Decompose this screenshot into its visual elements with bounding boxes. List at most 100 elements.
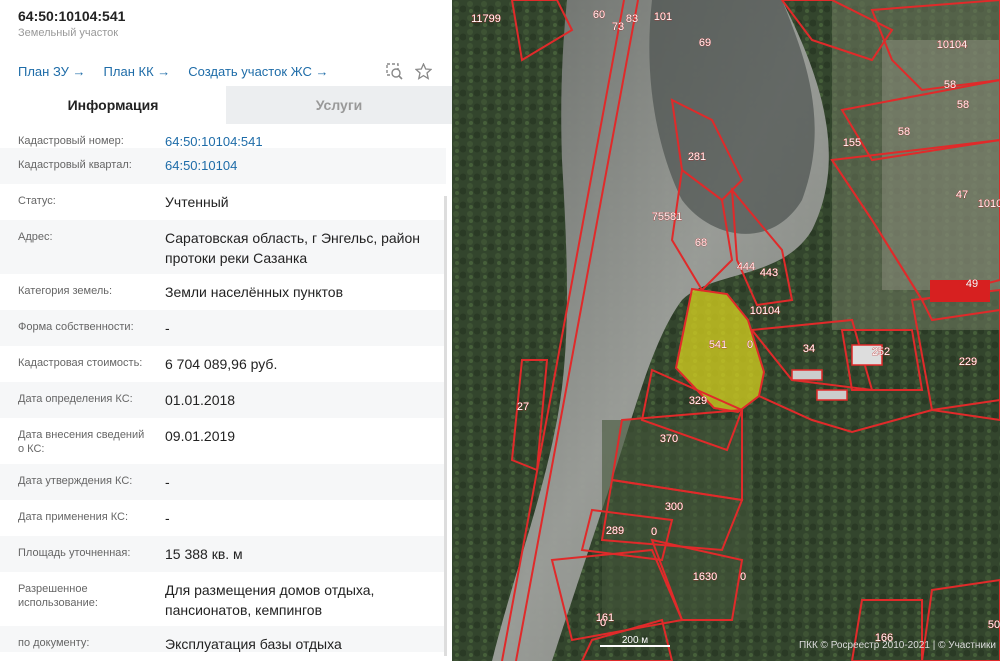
copyright: ПКК © Росреестр 2010-2021 | © Участники [798,640,996,651]
field-label: Дата внесения сведений о КС: [18,429,145,455]
parcel-label: 541 [709,339,727,351]
tab-info[interactable]: Информация [0,86,226,124]
field-label: Форма собственности: [18,321,134,333]
info-row: Кадастровая стоимость: 6 704 089,96 руб. [0,346,446,382]
action-links: План ЗУ → План КК → Создать участок ЖС → [18,64,329,79]
parcel-label: 10104 [937,39,968,51]
parcel-label: 444 [737,261,755,273]
zoom-to-icon[interactable] [386,63,403,80]
field-label: Кадастровая стоимость: [18,357,143,369]
field-label: Площадь уточненная: [18,547,131,559]
info-row: Дата внесения сведений о КС: 09.01.2019 [0,418,446,464]
info-row: Дата определения КС: 01.01.2018 [0,382,446,418]
parcel-label: 229 [959,356,977,368]
field-label: Дата утверждения КС: [18,475,133,487]
tab-bar: Информация Услуги [0,86,452,124]
parcel-label: 58 [898,126,910,138]
parcel-label: 329 [689,395,707,407]
parcel-label: 289 [606,525,624,537]
tab-services[interactable]: Услуги [226,86,452,124]
field-label: Категория земель: [18,285,113,297]
scale-bar: 200 м [600,634,680,653]
info-row: Площадь уточненная: 15 388 кв. м [0,536,446,572]
parcel-label: 1010 [978,198,1000,210]
field-label: Адрес: [18,231,53,243]
parcel-label: 0 [651,526,657,538]
field-label: Разрешенное использование: [18,583,98,609]
parcel-label: 0 [747,339,753,351]
parcel-label: 69 [699,37,711,49]
field-value: Земли населённых пунктов [165,284,344,300]
field-label: по документу: [18,637,90,649]
info-row: Статус: Учтенный [0,184,446,220]
field-value: Учтенный [165,194,229,210]
satellite-map[interactable]: 11799 60 73 83 101 10104 69 58 58 155 58 281 47 1010 7… [452,0,1000,661]
info-row: Кадастровый номер: 64:50:10104:541 [0,124,446,149]
field-value: 01.01.2018 [165,392,236,408]
field-value: 6 704 089,96 руб. [165,356,278,372]
parcel-label: 50 [988,619,1000,631]
plan-zu-link[interactable]: План ЗУ → [18,64,86,79]
parcel-label: 155 [843,137,861,149]
create-plot-link[interactable]: Создать участок ЖС → [188,64,328,79]
parcel-label: 0 [600,617,606,629]
parcel-label: 11799 [471,13,501,25]
field-value: Саратовская область, г Энгельс, район пр… [165,230,421,266]
parcel-label: 0 [740,571,746,583]
parcel-label: 34 [803,343,815,355]
parcel-label: 58 [944,79,956,91]
parcel-label: 68 [695,237,707,249]
parcel-label: 58 [957,99,969,111]
info-row: Дата утверждения КС: - [0,464,446,500]
info-row: Кадастровый квартал: 64:50:10104 [0,148,446,184]
field-label: Дата применения КС: [18,511,129,523]
parcel-label: 1630 [693,571,717,583]
scale-label: 200 м [622,635,648,646]
field-value: Эксплуатация базы отдыха [165,636,342,652]
info-table: Кадастровый номер: 64:50:10104:541 Кадастр… [0,124,446,652]
parcel-label: 47 [956,189,968,201]
parcel-title: 64:50:10104:541 [18,8,126,24]
plan-kk-label: План КК [103,64,154,79]
field-value: 09.01.2019 [165,428,236,444]
field-value: - [165,510,170,526]
parcel-label: 101 [654,11,672,23]
field-value: - [165,474,170,490]
plan-zu-label: План ЗУ [18,64,69,79]
field-value-link[interactable]: 64:50:10104:541 [148,124,446,149]
parcel-label: 60 [593,9,605,21]
field-value: - [165,320,170,336]
parcel-subtitle: Земельный участок [18,27,119,39]
field-value: Для размещения домов отдыха, пансионатов… [165,582,375,618]
favorite-star-icon[interactable] [414,62,433,80]
parcel-label: 300 [665,501,683,513]
field-value: 15 388 кв. м [165,546,243,562]
info-row: по документу: Эксплуатация базы отдыха [0,626,446,652]
parcel-label: 443 [760,267,778,279]
parcel-label: 75581 [652,211,683,223]
info-row: Категория земель: Земли населённых пункто… [0,274,446,310]
parcel-label: 252 [872,346,890,358]
parcel-label: 10104 [750,305,781,317]
info-row: Разрешенное использование: Для размещения… [0,572,446,626]
info-panel: 64:50:10104:541 Земельный участок План З… [0,0,452,661]
parcel-label: 83 [626,13,638,25]
header-icons [386,62,433,80]
create-plot-label: Создать участок ЖС [188,64,312,79]
info-row: Форма собственности: - [0,310,446,346]
field-label: Кадастровый номер: [18,135,124,147]
parcel-label: 370 [660,433,678,445]
field-label: Кадастровый квартал: [18,159,132,171]
scale-bar-graphic: 200 м [600,635,670,647]
info-row: Дата применения КС: - [0,500,446,536]
plan-kk-link[interactable]: План КК → [104,64,171,79]
parcel-label: 49 [966,278,978,290]
scrollbar[interactable] [444,196,447,656]
field-label: Дата определения КС: [18,393,133,405]
field-label: Статус: [18,195,56,207]
field-value-link[interactable]: 64:50:10104 [148,148,446,184]
map-canvas[interactable]: 11799 607383 10110104695858155582814710107… [452,0,1000,661]
parcel-label: 73 [612,21,624,33]
parcel-label: 281 [688,151,706,163]
parcel-label: 27 [517,401,529,413]
